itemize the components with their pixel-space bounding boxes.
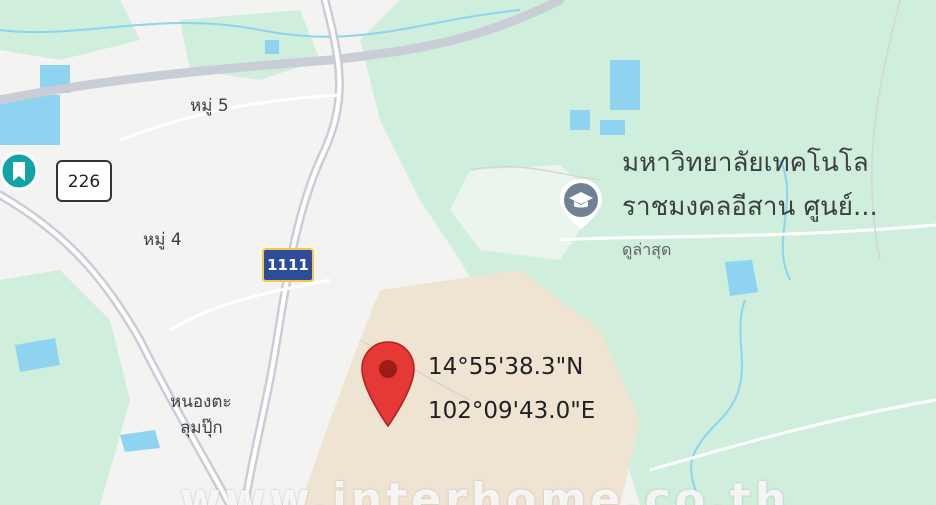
saved-place-marker[interactable] [0, 150, 39, 192]
poi-subtitle: ดูล่าสุด [622, 240, 672, 259]
pin-latitude: 14°55'38.3"N [428, 354, 584, 380]
map-view[interactable]: 226 1111 หมู่ 5 หมู่ 4 หนองตะ ลุมปุ๊ก มห… [0, 0, 936, 505]
bookmark-icon [0, 151, 39, 191]
map-base-layer [0, 0, 936, 505]
graduation-cap-icon [560, 179, 602, 229]
village-label-nong-ta: หนองตะ [170, 392, 232, 412]
poi-name-line2: ราชมงคลอีสาน ศูนย์... [622, 192, 878, 222]
watermark-text: www.interhome.co.th [180, 474, 791, 505]
village-label-moo5: หมู่ 5 [190, 96, 229, 116]
route-226-shield: 226 [56, 160, 112, 202]
route-1111-shield: 1111 [262, 248, 314, 282]
village-label-moo4: หมู่ 4 [143, 230, 182, 250]
location-pin-icon [361, 341, 415, 428]
pin-longitude: 102°09'43.0"E [428, 398, 596, 424]
poi-name-line1: มหาวิทยาลัยเทคโนโล [622, 148, 869, 178]
route-226-label: 226 [67, 172, 101, 192]
village-label-lum-puk: ลุมปุ๊ก [180, 418, 223, 438]
route-1111-label: 1111 [267, 256, 309, 274]
